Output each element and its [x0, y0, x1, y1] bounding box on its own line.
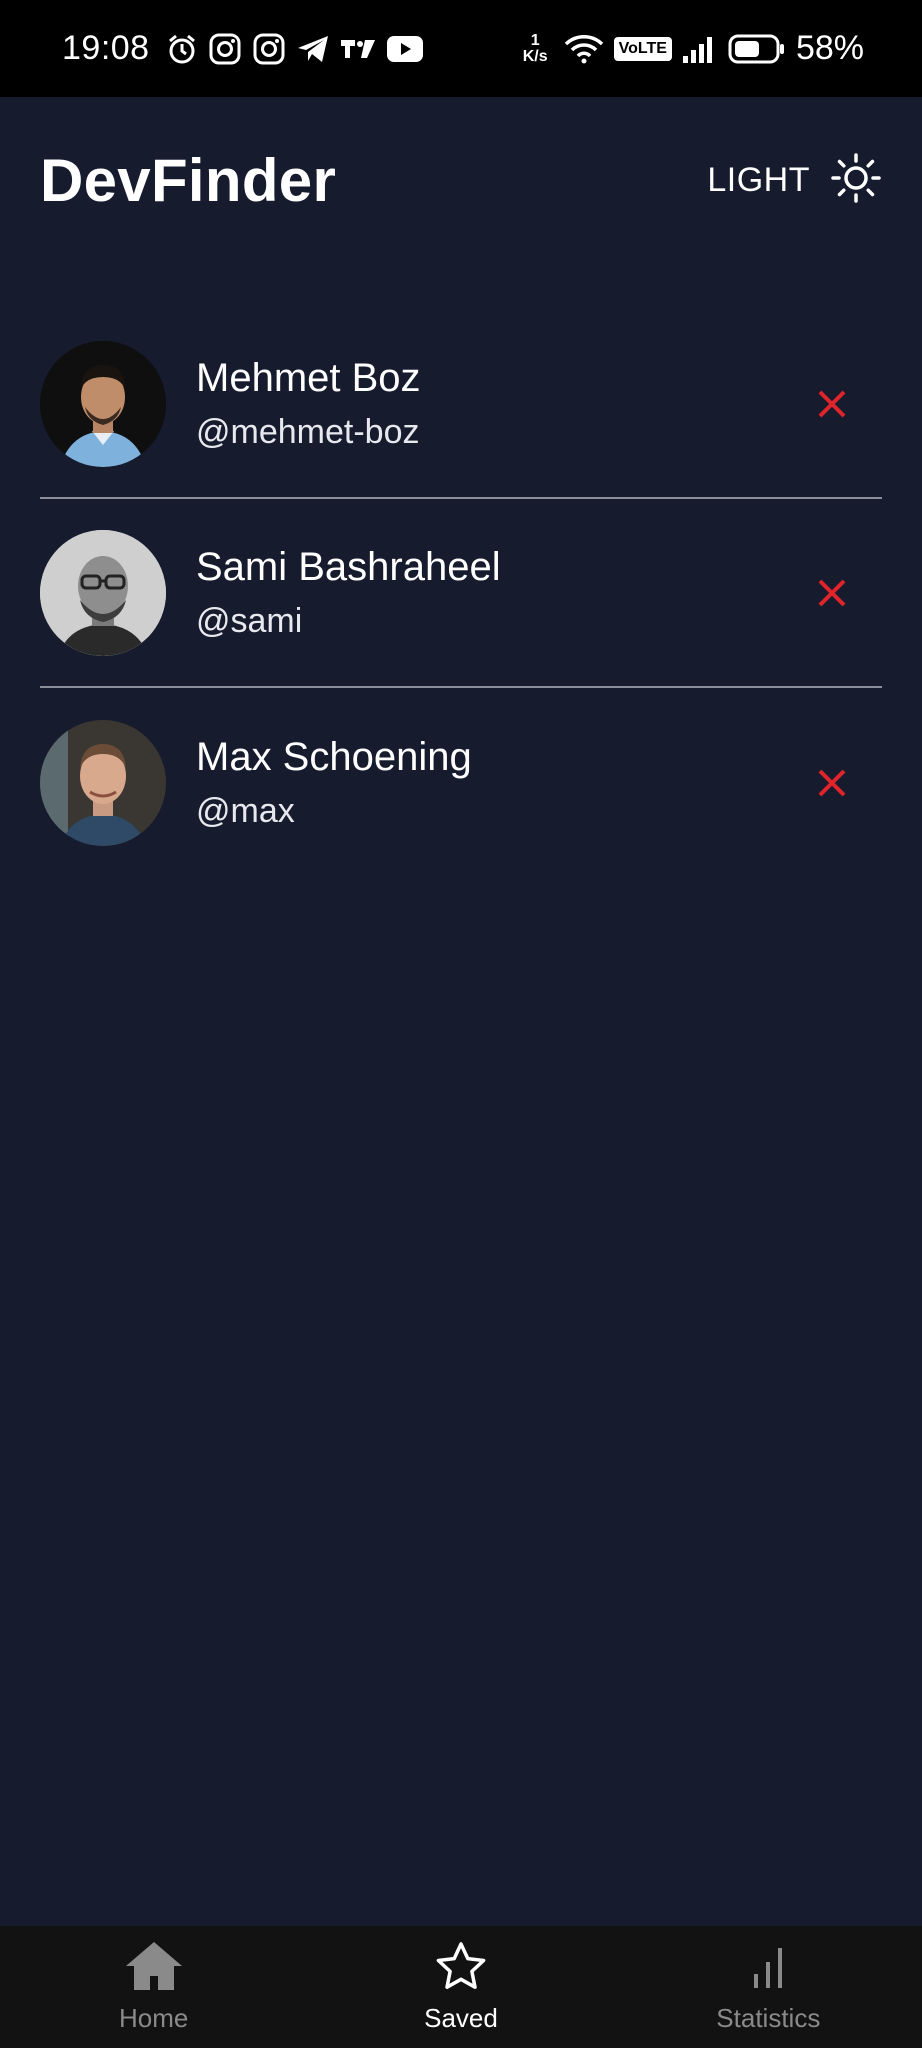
user-info: Sami Bashraheel @sami — [196, 545, 802, 641]
user-handle: @sami — [196, 601, 303, 640]
nav-statistics-label: Statistics — [716, 2003, 821, 2033]
signal-icon — [682, 34, 718, 64]
remove-button[interactable] — [802, 374, 862, 434]
close-icon — [818, 769, 846, 796]
remove-button[interactable] — [802, 753, 862, 813]
app-title: DevFinder — [40, 146, 337, 214]
bar-chart-icon — [742, 1940, 794, 1997]
nav-saved-label: Saved — [424, 2003, 498, 2033]
avatar — [40, 529, 166, 656]
user-name: Mehmet Boz — [196, 355, 421, 400]
instagram-icon — [252, 32, 286, 66]
bottom-nav: Home Saved Statistics — [0, 1926, 922, 2048]
nav-statistics[interactable]: Statistics — [668, 1940, 868, 2034]
wifi-icon — [564, 33, 604, 65]
volte-badge: VoLTE — [613, 36, 672, 61]
telegram-icon — [296, 34, 330, 64]
network-speed-unit: K/s — [522, 47, 548, 65]
saved-users-list: Mehmet Boz @mehmet-boz Sami Bashraheel @… — [40, 310, 882, 877]
battery-icon — [728, 33, 786, 65]
sun-icon — [830, 152, 882, 209]
home-icon — [124, 1940, 184, 1997]
network-speed: 1 K/s — [522, 31, 548, 65]
status-bar: 19:08 1 K/s VoLTE 58% — [0, 0, 922, 97]
battery-percent: 58% — [795, 29, 864, 67]
nav-home[interactable]: Home — [54, 1940, 254, 2034]
network-speed-value: 1 — [530, 31, 540, 49]
remove-button[interactable] — [802, 563, 862, 623]
alarm-icon — [166, 33, 198, 65]
saved-user-row[interactable]: Mehmet Boz @mehmet-boz — [40, 310, 882, 499]
status-time: 19:08 — [62, 29, 150, 67]
avatar — [40, 719, 166, 846]
user-handle: @max — [196, 791, 295, 830]
saved-user-row[interactable]: Sami Bashraheel @sami — [40, 499, 882, 688]
star-icon — [435, 1940, 487, 1997]
user-name: Max Schoening — [196, 734, 472, 779]
youtube-icon — [386, 35, 424, 63]
nav-home-label: Home — [118, 2003, 189, 2033]
user-info: Max Schoening @max — [196, 735, 802, 831]
close-icon — [818, 390, 846, 417]
theme-toggle-button[interactable]: LIGHT — [707, 152, 882, 209]
avatar — [40, 340, 166, 467]
theme-toggle-label: LIGHT — [707, 160, 810, 199]
user-handle: @mehmet-boz — [196, 412, 420, 451]
app-header: DevFinder LIGHT — [40, 140, 882, 220]
user-name: Sami Bashraheel — [196, 544, 501, 589]
close-icon — [818, 579, 846, 606]
user-info: Mehmet Boz @mehmet-boz — [196, 356, 802, 452]
status-bar-left: 19:08 — [62, 29, 424, 68]
nav-saved[interactable]: Saved — [361, 1940, 561, 2034]
instagram-icon — [208, 32, 242, 66]
tradingview-icon — [340, 38, 376, 60]
saved-user-row[interactable]: Max Schoening @max — [40, 688, 882, 877]
status-bar-right: 1 K/s VoLTE 58% — [523, 29, 864, 68]
